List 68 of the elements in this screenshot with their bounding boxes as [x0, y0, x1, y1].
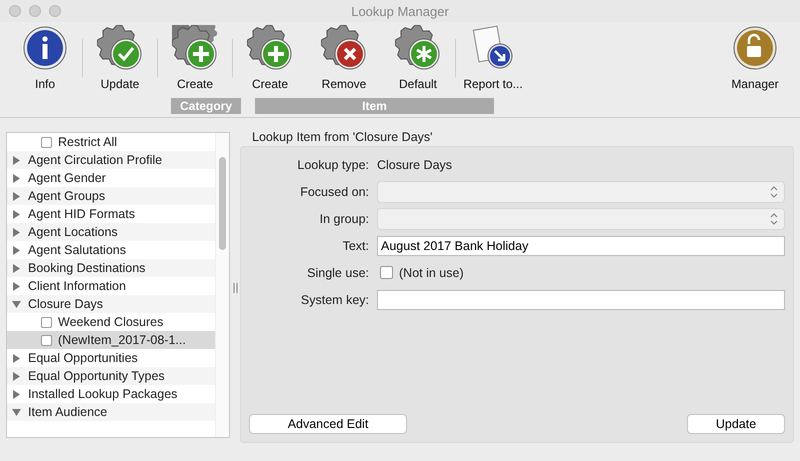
- tree-group[interactable]: Booking Destinations: [7, 259, 215, 277]
- tree-group[interactable]: Agent Gender: [7, 169, 215, 187]
- disclosure-right-icon[interactable]: [12, 192, 21, 200]
- tree-group[interactable]: Agent Circulation Profile: [7, 151, 215, 169]
- checkbox[interactable]: [380, 266, 393, 279]
- field-label: Single use:: [306, 266, 370, 280]
- tree-group[interactable]: Installed Lookup Packages: [7, 385, 215, 403]
- disclosure-right-icon[interactable]: [12, 156, 21, 164]
- toolbar-button[interactable]: Info: [13, 25, 77, 91]
- tree-group[interactable]: Agent Salutations: [7, 241, 215, 259]
- toolbar-button[interactable]: Create: [163, 25, 227, 91]
- text-field[interactable]: August 2017 Bank Holiday: [377, 236, 785, 256]
- push-button[interactable]: Update: [687, 414, 785, 434]
- toolbar-button[interactable]: Report to...: [461, 25, 525, 91]
- field-label: Focused on:: [299, 184, 370, 198]
- toolbar-button[interactable]: Update: [88, 25, 152, 91]
- updown-chevron-icon: [770, 212, 778, 224]
- toolbar-button[interactable]: Manager: [723, 25, 787, 91]
- disclosure-down-icon[interactable]: [12, 408, 21, 416]
- tree-group[interactable]: Equal Opportunities: [7, 349, 215, 367]
- disclosure-right-icon[interactable]: [12, 210, 21, 218]
- tree-group[interactable]: Closure Days: [7, 295, 215, 313]
- disclosure-right-icon[interactable]: [12, 264, 21, 272]
- disclosure-right-icon[interactable]: [12, 390, 21, 398]
- tree-group[interactable]: Agent Locations: [7, 223, 215, 241]
- field-label: System key:: [300, 292, 370, 306]
- disclosure-down-icon[interactable]: [12, 300, 21, 308]
- gear-plus-icon: [247, 25, 293, 71]
- disclosure-right-icon[interactable]: [12, 228, 21, 236]
- checkbox[interactable]: [41, 316, 52, 328]
- text-field[interactable]: [377, 290, 785, 310]
- gear-x-icon: [321, 25, 367, 71]
- field-label: Lookup type:: [296, 158, 370, 172]
- gears-plus-icon: [172, 25, 218, 71]
- tree-group[interactable]: Item Audience: [7, 403, 215, 421]
- unlocked-padlock-icon: [732, 25, 778, 71]
- tree-group[interactable]: Equal Opportunity Types: [7, 367, 215, 385]
- tree-group[interactable]: Agent HID Formats: [7, 205, 215, 223]
- group-label: Category: [171, 98, 241, 114]
- section-title: Lookup Item from 'Closure Days': [251, 130, 434, 146]
- scrollbar-thumb[interactable]: [219, 157, 226, 250]
- disclosure-right-icon[interactable]: [12, 372, 21, 380]
- disclosure-right-icon[interactable]: [12, 282, 21, 290]
- disclosure-right-icon[interactable]: [12, 174, 21, 182]
- tree-item[interactable]: (NewItem_2017-08-1...: [7, 331, 215, 349]
- window-title: Lookup Manager: [351, 4, 449, 18]
- gear-check-icon: [97, 25, 143, 71]
- tree-item[interactable]: Restrict All: [7, 133, 215, 151]
- updown-chevron-icon: [770, 186, 778, 198]
- splitter-handle-icon[interactable]: [232, 282, 238, 292]
- tree-group[interactable]: Agent Groups: [7, 187, 215, 205]
- checkbox[interactable]: [41, 136, 52, 148]
- push-button[interactable]: Advanced Edit: [249, 414, 407, 434]
- info-icon: [22, 25, 68, 71]
- field-label: In group:: [318, 212, 370, 226]
- tree-item[interactable]: Weekend Closures: [7, 313, 215, 331]
- tree-group[interactable]: Client Information: [7, 277, 215, 295]
- toolbar-button[interactable]: Default: [386, 25, 450, 91]
- field-label: Text:: [342, 238, 370, 252]
- checkbox-label: (Not in use): [399, 266, 464, 280]
- disclosure-right-icon[interactable]: [12, 246, 21, 254]
- group-label: Item: [255, 98, 494, 114]
- gear-asterisk-icon: [395, 25, 441, 71]
- toolbar-button[interactable]: Remove: [312, 25, 376, 91]
- field-value: Closure Days: [377, 158, 452, 172]
- checkbox[interactable]: [41, 334, 52, 346]
- disclosure-right-icon[interactable]: [12, 354, 21, 362]
- toolbar-button[interactable]: Create: [238, 25, 302, 91]
